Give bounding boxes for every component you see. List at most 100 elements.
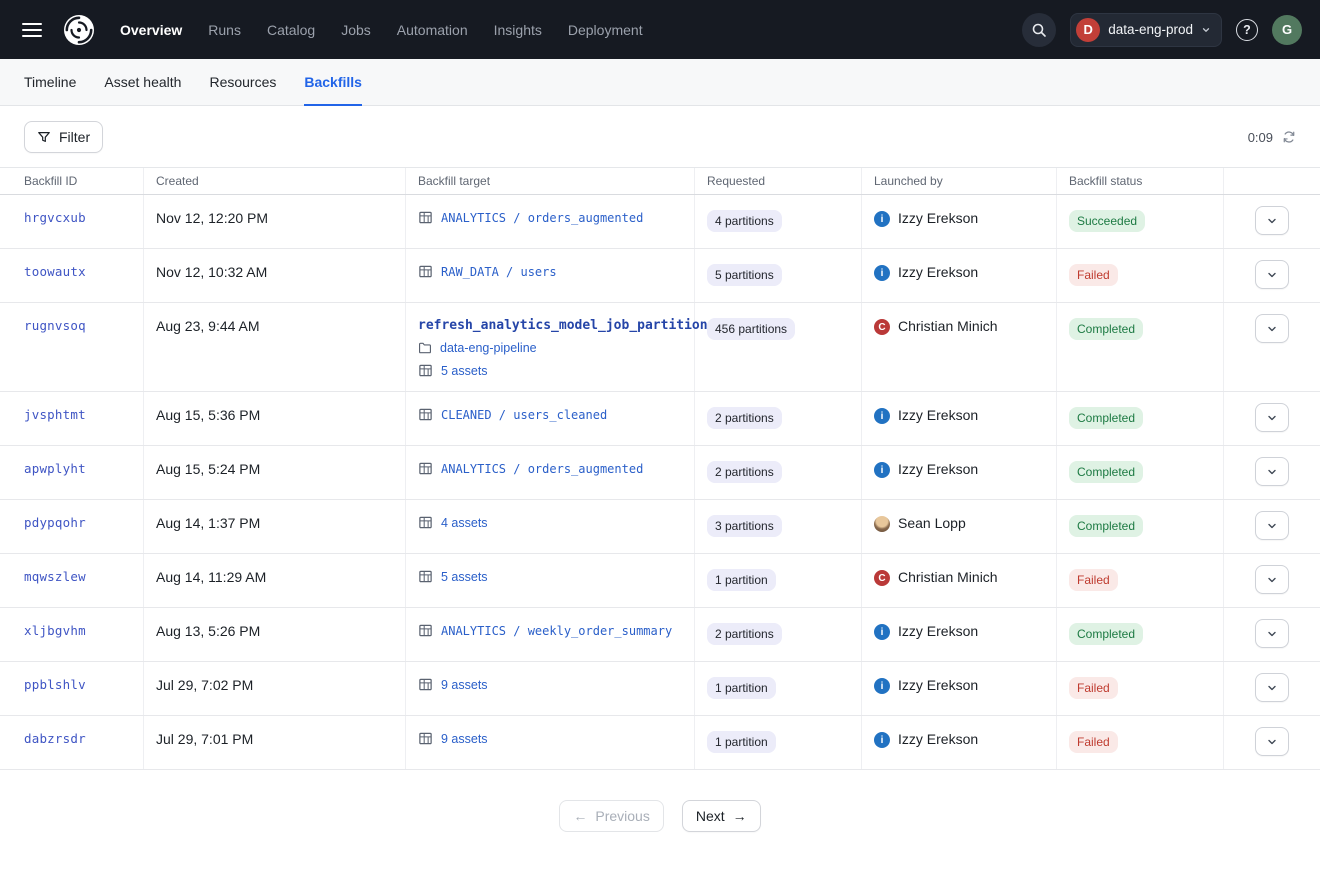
backfill-id-link[interactable]: apwplyht (24, 461, 86, 476)
backfill-id-link[interactable]: rugnvsoq (24, 318, 86, 333)
tab-asset-health[interactable]: Asset health (104, 59, 181, 106)
row-actions-dropdown-button[interactable] (1255, 511, 1289, 540)
row-actions-dropdown-button[interactable] (1255, 403, 1289, 432)
next-page-button[interactable]: Next → (682, 800, 761, 832)
pagination: ← Previous Next → (0, 800, 1320, 832)
table-row: rugnvsoqAug 23, 9:44 AMrefresh_analytics… (0, 303, 1320, 392)
top-nav: Overview Runs Catalog Jobs Automation In… (0, 0, 1320, 59)
backfill-target-cell: 4 assets (406, 500, 695, 553)
backfill-id-cell: xljbgvhm (0, 608, 144, 661)
target-link[interactable]: 9 assets (441, 678, 488, 692)
target-link[interactable]: CLEANED / users_cleaned (441, 408, 607, 422)
row-actions-dropdown-button[interactable] (1255, 565, 1289, 594)
launched-by-name: Christian Minich (898, 318, 998, 334)
partitions-badge: 5 partitions (707, 264, 782, 286)
row-actions-dropdown-button[interactable] (1255, 673, 1289, 702)
target-link[interactable]: 4 assets (441, 516, 488, 530)
user-avatar[interactable]: G (1272, 15, 1302, 45)
chevron-down-icon (1266, 269, 1278, 281)
created-cell: Nov 12, 12:20 PM (144, 195, 406, 248)
backfill-id-cell: ppblshlv (0, 662, 144, 715)
help-button[interactable]: ? (1236, 19, 1258, 41)
created-timestamp: Aug 15, 5:36 PM (156, 407, 260, 423)
filter-button[interactable]: Filter (24, 121, 103, 153)
header-requested: Requested (695, 168, 862, 194)
target-link[interactable]: ANALYTICS / orders_augmented (441, 462, 643, 476)
backfill-id-link[interactable]: ppblshlv (24, 677, 86, 692)
table-row: xljbgvhmAug 13, 5:26 PMANALYTICS / weekl… (0, 608, 1320, 662)
tab-timeline[interactable]: Timeline (24, 59, 76, 106)
launched-by-cell: iIzzy Erekson (862, 392, 1057, 445)
target-row: ANALYTICS / orders_augmented (418, 461, 643, 476)
header-backfill-status: Backfill status (1057, 168, 1224, 194)
backfill-id-link[interactable]: hrgvcxub (24, 210, 86, 225)
backfill-id-cell: apwplyht (0, 446, 144, 499)
assets-row: 5 assets (418, 363, 488, 378)
row-actions-dropdown-button[interactable] (1255, 457, 1289, 486)
row-actions-dropdown-button[interactable] (1255, 260, 1289, 289)
tab-resources[interactable]: Resources (209, 59, 276, 106)
backfill-id-link[interactable]: jvsphtmt (24, 407, 86, 422)
table-row: jvsphtmt Aug 15, 5:36 PM CLEANED / users_c… (0, 392, 1320, 446)
partitions-badge: 1 partition (707, 569, 776, 591)
hamburger-menu-icon[interactable] (18, 18, 46, 42)
created-timestamp: Nov 12, 10:32 AM (156, 264, 267, 280)
previous-page-button[interactable]: ← Previous (559, 800, 663, 832)
pipeline-link[interactable]: data-eng-pipeline (440, 341, 537, 355)
row-actions-dropdown-button[interactable] (1255, 619, 1289, 648)
backfill-id-cell: toowautx (0, 249, 144, 302)
backfill-id-link[interactable]: xljbgvhm (24, 623, 86, 638)
nav-item-deployment[interactable]: Deployment (568, 22, 643, 38)
target-row: RAW_DATA / users (418, 264, 557, 279)
target-link[interactable]: RAW_DATA / users (441, 265, 557, 279)
backfill-id-link[interactable]: dabzrsdr (24, 731, 86, 746)
folder-icon (418, 341, 432, 355)
created-timestamp: Jul 29, 7:01 PM (156, 731, 253, 747)
backfill-status-badge: Completed (1069, 515, 1143, 537)
target-link[interactable]: ANALYTICS / weekly_order_summary (441, 624, 672, 638)
nav-item-insights[interactable]: Insights (494, 22, 542, 38)
partitions-badge: 1 partition (707, 731, 776, 753)
dagster-logo-icon[interactable] (62, 13, 96, 47)
target-link[interactable]: ANALYTICS / orders_augmented (441, 211, 643, 225)
search-button[interactable] (1022, 13, 1056, 47)
header-created: Created (144, 168, 406, 194)
table-row: hrgvcxub Nov 12, 12:20 PM ANALYTICS / orde… (0, 195, 1320, 249)
status-cell: Completed (1057, 500, 1224, 553)
backfill-id-link[interactable]: mqwszlew (24, 569, 86, 584)
assets-count-link[interactable]: 5 assets (441, 364, 488, 378)
backfill-id-link[interactable]: pdypqohr (24, 515, 86, 530)
target-link[interactable]: 9 assets (441, 732, 488, 746)
deployment-switcher[interactable]: D data-eng-prod (1070, 13, 1222, 47)
nav-item-jobs[interactable]: Jobs (341, 22, 371, 38)
backfill-id-link[interactable]: toowautx (24, 264, 86, 279)
target-row: 5 assets (418, 569, 488, 584)
status-cell: Failed (1057, 662, 1224, 715)
created-cell: Nov 12, 10:32 AM (144, 249, 406, 302)
created-timestamp: Aug 14, 11:29 AM (156, 569, 266, 585)
nav-item-catalog[interactable]: Catalog (267, 22, 315, 38)
backfill-status-badge: Failed (1069, 731, 1118, 753)
actions-cell (1224, 554, 1320, 607)
nav-item-overview[interactable]: Overview (120, 22, 182, 38)
asset-table-icon (418, 363, 433, 378)
created-cell: Jul 29, 7:01 PM (144, 716, 406, 769)
table-row: toowautx Nov 12, 10:32 AM RAW_DATA / users… (0, 249, 1320, 303)
job-name-link[interactable]: refresh_analytics_model_job_partition_se… (418, 318, 739, 333)
row-actions-dropdown-button[interactable] (1255, 206, 1289, 235)
nav-item-runs[interactable]: Runs (208, 22, 241, 38)
launched-by-cell: iIzzy Erekson (862, 716, 1057, 769)
requested-cell: 1 partition (695, 662, 862, 715)
requested-cell: 4 partitions (695, 195, 862, 248)
actions-cell (1224, 716, 1320, 769)
row-actions-dropdown-button[interactable] (1255, 314, 1289, 343)
launched-by-avatar: i (874, 624, 890, 640)
nav-item-automation[interactable]: Automation (397, 22, 468, 38)
row-actions-dropdown-button[interactable] (1255, 727, 1289, 756)
tab-backfills[interactable]: Backfills (304, 59, 362, 106)
chevron-down-icon (1266, 466, 1278, 478)
target-link[interactable]: 5 assets (441, 570, 488, 584)
chevron-down-icon (1266, 628, 1278, 640)
target-row: 9 assets (418, 677, 488, 692)
refresh-icon[interactable] (1282, 130, 1296, 144)
